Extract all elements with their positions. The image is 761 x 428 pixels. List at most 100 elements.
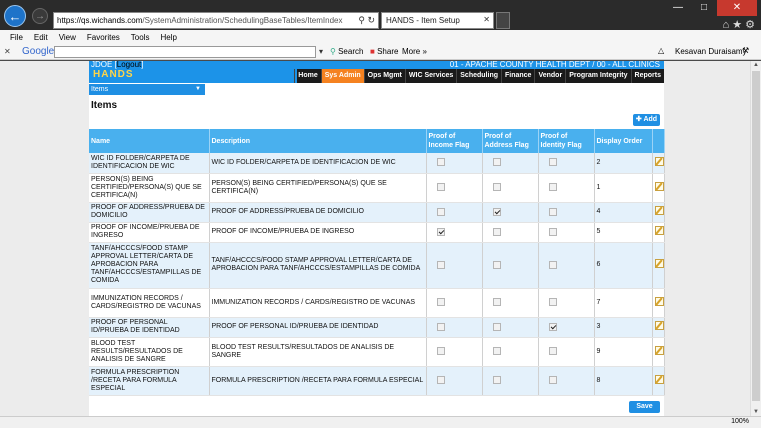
income-flag-checkbox[interactable] bbox=[436, 376, 445, 385]
bell-icon[interactable]: △ bbox=[658, 46, 664, 55]
wrench-icon[interactable]: ⚒ bbox=[742, 46, 749, 55]
income-flag-checkbox[interactable] bbox=[436, 227, 445, 236]
share-button[interactable]: ■ Share bbox=[370, 47, 398, 56]
col-name-header[interactable]: Name bbox=[89, 129, 210, 153]
google-search-button[interactable]: ⚲ Search bbox=[330, 47, 363, 56]
logout-link[interactable]: Logout bbox=[117, 60, 141, 69]
close-icon[interactable]: ✕ bbox=[483, 15, 490, 24]
income-flag-checkbox[interactable] bbox=[436, 322, 445, 331]
cell-name: WIC ID FOLDER/CARPETA DE IDENTIFICACION … bbox=[89, 153, 210, 174]
col-description-header[interactable]: Description bbox=[209, 129, 427, 153]
income-flag-checkbox[interactable] bbox=[436, 183, 445, 192]
identity-flag-checkbox[interactable] bbox=[548, 207, 557, 216]
cell-income-flag bbox=[426, 366, 483, 396]
address-bar[interactable]: https://qs.wichands.com/SystemAdministra… bbox=[53, 12, 379, 29]
address-flag-checkbox[interactable] bbox=[492, 376, 501, 385]
plus-icon: ✚ bbox=[635, 116, 642, 123]
address-flag-checkbox[interactable] bbox=[492, 227, 501, 236]
table-row: IMMUNIZATION RECORDS / CARDS/REGISTRO DE… bbox=[89, 288, 665, 318]
income-flag-checkbox[interactable] bbox=[436, 298, 445, 307]
edit-icon[interactable] bbox=[654, 345, 663, 355]
col-address-flag-header[interactable]: Proof of Address Flag bbox=[482, 129, 539, 153]
income-flag-checkbox[interactable] bbox=[436, 260, 445, 269]
add-item-button[interactable]: ✚ Add bbox=[633, 114, 660, 126]
google-search-input[interactable] bbox=[54, 46, 316, 58]
org-label: 01 - APACHE COUNTY HEALTH DEPT / 00 - AL… bbox=[449, 60, 660, 69]
items-dropdown[interactable]: Items ▼ bbox=[89, 84, 205, 95]
nav-home[interactable]: Home bbox=[294, 69, 320, 83]
items-dropdown-label: Items bbox=[91, 86, 109, 93]
close-window-button[interactable]: ✕ bbox=[717, 0, 757, 16]
forward-button[interactable]: → bbox=[32, 8, 48, 24]
identity-flag-checkbox[interactable] bbox=[548, 298, 557, 307]
edit-icon[interactable] bbox=[654, 206, 663, 215]
nav-finance[interactable]: Finance bbox=[501, 69, 534, 83]
income-flag-checkbox[interactable] bbox=[436, 207, 445, 216]
edit-icon[interactable] bbox=[654, 259, 663, 268]
address-flag-checkbox[interactable] bbox=[492, 158, 501, 167]
minimize-button[interactable]: — bbox=[665, 0, 691, 16]
address-flag-checkbox[interactable] bbox=[492, 207, 501, 216]
col-income-flag-header[interactable]: Proof of Income Flag bbox=[426, 129, 483, 153]
cell-name: TANF/AHCCCS/FOOD STAMP APPROVAL LETTER/C… bbox=[89, 242, 210, 289]
nav-vendor[interactable]: Vendor bbox=[534, 69, 565, 83]
edit-icon[interactable] bbox=[654, 156, 663, 166]
menu-favorites[interactable]: Favorites bbox=[87, 33, 120, 42]
address-flag-checkbox[interactable] bbox=[492, 260, 501, 269]
refresh-icon[interactable]: ⚲ ↻ bbox=[358, 15, 375, 26]
col-display-order-header[interactable]: Display Order bbox=[594, 129, 653, 153]
menu-edit[interactable]: Edit bbox=[34, 33, 48, 42]
address-flag-checkbox[interactable] bbox=[492, 298, 501, 307]
identity-flag-checkbox[interactable] bbox=[548, 158, 557, 167]
menu-view[interactable]: View bbox=[59, 33, 76, 42]
nav-scheduling[interactable]: Scheduling bbox=[456, 69, 501, 83]
edit-icon[interactable] bbox=[654, 321, 663, 330]
identity-flag-checkbox[interactable] bbox=[548, 183, 557, 192]
more-button[interactable]: More » bbox=[402, 47, 427, 56]
maximize-button[interactable]: □ bbox=[691, 0, 717, 16]
cell-edit bbox=[652, 288, 665, 318]
menu-help[interactable]: Help bbox=[160, 33, 176, 42]
chevron-down-icon[interactable]: ▾ bbox=[319, 47, 323, 56]
menu-tools[interactable]: Tools bbox=[131, 33, 150, 42]
income-flag-checkbox[interactable] bbox=[436, 347, 445, 356]
address-flag-checkbox[interactable] bbox=[492, 322, 501, 331]
identity-flag-checkbox[interactable] bbox=[548, 227, 557, 236]
edit-icon[interactable] bbox=[654, 296, 663, 306]
close-icon[interactable]: ✕ bbox=[4, 47, 11, 56]
edit-icon[interactable] bbox=[654, 181, 663, 191]
cell-description: PERSON(S) BEING CERTIFIED/PERSONA(S) QUE… bbox=[209, 173, 427, 203]
address-flag-checkbox[interactable] bbox=[492, 347, 501, 356]
vertical-scrollbar[interactable]: ▲ ▼ bbox=[750, 61, 761, 416]
scrollbar-thumb[interactable] bbox=[752, 71, 760, 401]
google-toolbar: ✕ Google ▾ ⚲ Search ■ Share More » △ Kes… bbox=[0, 44, 761, 60]
nav-wic-services[interactable]: WIC Services bbox=[404, 69, 456, 83]
menu-file[interactable]: File bbox=[10, 33, 23, 42]
zoom-level[interactable]: 100% bbox=[731, 418, 749, 425]
browser-tab[interactable]: HANDS - Item Setup ✕ bbox=[381, 12, 494, 29]
col-identity-flag-header[interactable]: Proof of Identity Flag bbox=[538, 129, 595, 153]
income-flag-checkbox[interactable] bbox=[436, 158, 445, 167]
identity-flag-checkbox[interactable] bbox=[548, 260, 557, 269]
back-button[interactable]: ← bbox=[4, 5, 26, 27]
new-tab-button[interactable] bbox=[496, 12, 510, 29]
scroll-down-icon[interactable]: ▼ bbox=[753, 409, 759, 415]
scroll-up-icon[interactable]: ▲ bbox=[753, 62, 759, 68]
user-menu[interactable]: Kesavan Duraisamy bbox=[675, 47, 747, 56]
identity-flag-checkbox[interactable] bbox=[548, 322, 557, 331]
edit-icon[interactable] bbox=[654, 226, 663, 235]
cell-address-flag bbox=[482, 173, 539, 203]
nav-reports[interactable]: Reports bbox=[630, 69, 664, 83]
cell-description: PROOF OF INCOME/PRUEBA DE INGRESO bbox=[209, 222, 427, 243]
nav-ops-mgmt[interactable]: Ops Mgmt bbox=[363, 69, 405, 83]
save-button[interactable]: Save bbox=[629, 401, 660, 413]
nav-program-integrity[interactable]: Program Integrity bbox=[565, 69, 630, 83]
identity-flag-checkbox[interactable] bbox=[548, 347, 557, 356]
nav-sys-admin[interactable]: Sys Admin bbox=[320, 69, 364, 83]
cell-address-flag bbox=[482, 337, 539, 367]
identity-flag-checkbox[interactable] bbox=[548, 376, 557, 385]
cell-display-order: 8 bbox=[594, 366, 653, 396]
address-flag-checkbox[interactable] bbox=[492, 183, 501, 192]
edit-icon[interactable] bbox=[654, 374, 663, 384]
cell-name: IMMUNIZATION RECORDS / CARDS/REGISTRO DE… bbox=[89, 288, 210, 318]
